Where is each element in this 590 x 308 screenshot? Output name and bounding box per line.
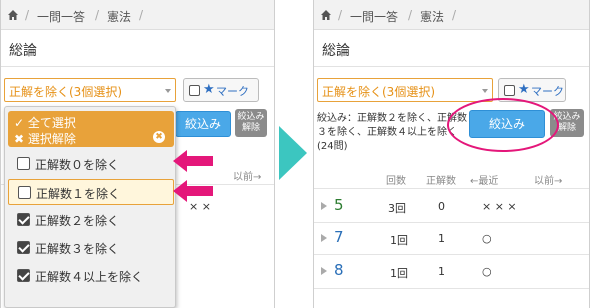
option-checkbox[interactable]: [17, 157, 30, 170]
option-label: 正解数０を除く: [35, 158, 120, 172]
breadcrumb-item-kenpo[interactable]: 憲法: [420, 8, 444, 25]
page-title: 総論: [322, 43, 350, 59]
divider: [314, 188, 589, 189]
deselect-all-option[interactable]: ✖ 選択解除: [14, 130, 76, 147]
column-times: 回数: [386, 176, 406, 187]
question-number[interactable]: 8: [334, 261, 344, 279]
divider: [1, 66, 274, 67]
filter-summary: 絞込み：正解数２を除く、正解数３を除く、正解数４以上を除く (24問): [317, 113, 467, 152]
exclude-select[interactable]: 正解を除く(3個選択): [4, 78, 176, 102]
divider: [314, 254, 589, 255]
chevron-down-icon: [482, 89, 488, 93]
breadcrumb-separator: /: [408, 8, 413, 22]
arrow-left-icon: [173, 180, 213, 202]
expand-icon[interactable]: [321, 202, 327, 210]
option-checkbox[interactable]: [18, 186, 31, 199]
option-exclude-correct-4plus[interactable]: 正解数４以上を除く: [8, 263, 174, 289]
breadcrumb-separator: /: [452, 8, 457, 22]
option-checkbox[interactable]: [17, 269, 30, 282]
filter-button[interactable]: 絞込み: [175, 111, 231, 137]
release-filter-button[interactable]: 絞込み解除: [235, 109, 267, 137]
breadcrumb-item-kenpo[interactable]: 憲法: [107, 8, 131, 25]
arrow-left-icon: [173, 150, 213, 172]
expand-icon[interactable]: [321, 234, 327, 242]
mark-toggle[interactable]: ★ マーク: [183, 78, 259, 102]
option-label: 正解数１を除く: [36, 187, 121, 201]
divider: [314, 288, 589, 289]
breadcrumb-separator: /: [139, 8, 144, 22]
option-label: 正解数２を除く: [35, 214, 120, 228]
correct-cell: 1: [438, 232, 445, 245]
option-checkbox[interactable]: [17, 213, 30, 226]
mark-label: マーク: [216, 85, 249, 98]
home-icon[interactable]: [7, 9, 19, 21]
column-past: 以前→: [233, 172, 262, 183]
close-icon[interactable]: ✖: [153, 131, 165, 143]
breadcrumb-item-ichimon[interactable]: 一問一答: [350, 8, 398, 25]
breadcrumb: / 一問一答 / 憲法 /: [314, 0, 589, 30]
option-exclude-correct-2[interactable]: 正解数２を除く: [8, 207, 174, 233]
times-cell: 1回: [390, 234, 408, 247]
option-label: 正解数４以上を除く: [35, 270, 144, 284]
right-screen: / 一問一答 / 憲法 / 総論 正解を除く(3個選択) ★ マーク 絞込み：正…: [313, 0, 590, 308]
column-past: 以前→: [534, 176, 563, 187]
left-screen: / 一問一答 / 憲法 / 総論 正解を除く(3個選択) ★ マーク 絞込み 絞…: [0, 0, 275, 308]
option-exclude-correct-3[interactable]: 正解数３を除く: [8, 235, 174, 261]
mark-checkbox[interactable]: [189, 85, 200, 96]
divider: [314, 222, 589, 223]
divider: [314, 66, 589, 67]
correct-cell: 0: [438, 200, 445, 213]
exclude-dropdown-menu: ✓ 全て選択 ✖ 選択解除 ✖ 正解数０を除く 正解数１を除く 正解数２を除く …: [4, 106, 176, 308]
option-checkbox[interactable]: [17, 241, 30, 254]
mark-label: マーク: [531, 85, 564, 98]
option-label: 正解数３を除く: [35, 242, 120, 256]
breadcrumb-separator: /: [25, 8, 30, 22]
times-cell: 1回: [390, 267, 408, 280]
question-number[interactable]: 5: [334, 196, 344, 214]
breadcrumb-item-ichimon[interactable]: 一問一答: [37, 8, 85, 25]
chevron-right-icon: [279, 126, 307, 180]
correct-cell: 1: [438, 265, 445, 278]
results-cell: ○: [482, 232, 492, 245]
times-cell: 3回: [388, 202, 406, 215]
column-correct: 正解数: [426, 176, 456, 187]
star-icon: ★: [203, 82, 215, 97]
page-title: 総論: [9, 43, 37, 59]
option-exclude-correct-0[interactable]: 正解数０を除く: [8, 151, 174, 177]
option-exclude-correct-1[interactable]: 正解数１を除く: [8, 179, 174, 205]
question-number[interactable]: 7: [334, 228, 344, 246]
release-filter-label: 絞込み解除: [237, 112, 265, 133]
chevron-down-icon: [165, 89, 171, 93]
results-cell: × × ×: [482, 200, 517, 213]
exclude-select[interactable]: 正解を除く(3個選択): [317, 78, 493, 102]
column-recent: ←最近: [470, 176, 499, 187]
expand-icon[interactable]: [321, 267, 327, 275]
results-cell: ○: [482, 265, 492, 278]
select-all-option[interactable]: ✓ 全て選択: [14, 114, 76, 131]
breadcrumb-separator: /: [338, 8, 343, 22]
star-icon: ★: [518, 82, 530, 97]
highlight-circle: [447, 98, 559, 152]
exclude-select-value: 正解を除く(3個選択): [322, 85, 435, 99]
exclude-select-value: 正解を除く(3個選択): [9, 85, 122, 99]
breadcrumb: / 一問一答 / 憲法 /: [1, 0, 274, 30]
mark-checkbox[interactable]: [504, 85, 515, 96]
home-icon[interactable]: [320, 9, 332, 21]
breadcrumb-separator: /: [95, 8, 100, 22]
dropdown-header: ✓ 全て選択 ✖ 選択解除 ✖: [8, 111, 174, 147]
